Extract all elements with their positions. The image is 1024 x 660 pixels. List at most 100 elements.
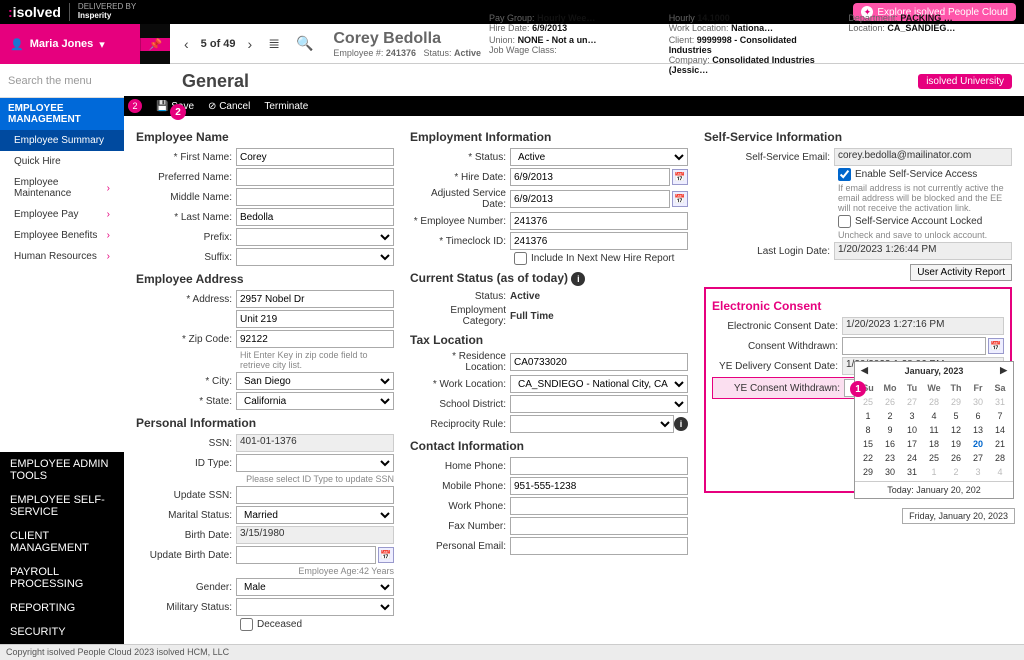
cal-day[interactable]: 4 (923, 409, 945, 423)
cal-day[interactable]: 2 (945, 465, 967, 479)
sidebar-item-employee-benefits[interactable]: Employee Benefits› (0, 225, 124, 246)
calendar-icon[interactable]: 📅 (988, 338, 1004, 354)
address2-input[interactable] (236, 310, 394, 328)
hire-date-input[interactable] (510, 168, 670, 186)
update-ssn-input[interactable] (236, 486, 394, 504)
state-select[interactable]: California (236, 392, 394, 410)
cal-day[interactable]: 24 (901, 451, 923, 465)
last-name-input[interactable] (236, 208, 394, 226)
cal-day[interactable]: 19 (945, 437, 967, 451)
cal-day[interactable]: 31 (989, 395, 1011, 409)
cal-day[interactable]: 6 (967, 409, 989, 423)
sidebar-item-human-resources[interactable]: Human Resources› (0, 246, 124, 267)
mobile-phone-input[interactable] (510, 477, 688, 495)
sidebar-footer-item[interactable]: CLIENT MANAGEMENT (0, 524, 124, 560)
cal-day[interactable]: 31 (901, 465, 923, 479)
include-newhire-checkbox[interactable] (514, 252, 527, 265)
cal-day[interactable]: 5 (945, 409, 967, 423)
cal-day[interactable]: 15 (857, 437, 879, 451)
cal-day[interactable]: 28 (923, 395, 945, 409)
address1-input[interactable] (236, 290, 394, 308)
middle-name-input[interactable] (236, 188, 394, 206)
user-activity-button[interactable]: User Activity Report (910, 264, 1012, 281)
sidebar-section-header[interactable]: EMPLOYEE MANAGEMENT (0, 98, 124, 130)
cal-day[interactable]: 10 (901, 423, 923, 437)
cal-day[interactable]: 29 (945, 395, 967, 409)
info-icon[interactable]: i (571, 272, 585, 286)
cal-day[interactable]: 26 (945, 451, 967, 465)
sidebar-item-employee-pay[interactable]: Employee Pay› (0, 204, 124, 225)
cal-day[interactable]: 26 (879, 395, 901, 409)
info-icon[interactable]: i (674, 417, 688, 431)
cancel-button[interactable]: ⊘ Cancel (208, 101, 250, 112)
pin-button[interactable]: 📌 (140, 38, 170, 51)
cal-day[interactable]: 8 (857, 423, 879, 437)
calendar-icon[interactable]: 📅 (378, 547, 394, 563)
sidebar-footer-item[interactable]: SECURITY (0, 620, 124, 644)
status-select[interactable]: Active (510, 148, 688, 166)
cal-day[interactable]: 11 (923, 423, 945, 437)
sidebar-footer-item[interactable]: EMPLOYEE ADMIN TOOLS (0, 452, 124, 488)
menu-search[interactable]: Search the menu (0, 64, 170, 98)
cal-day[interactable]: 30 (879, 465, 901, 479)
update-birth-input[interactable] (236, 546, 376, 564)
residence-input[interactable] (510, 353, 688, 371)
sidebar-item-quick-hire[interactable]: Quick Hire (0, 151, 124, 172)
city-select[interactable]: San Diego (236, 372, 394, 390)
cal-day[interactable]: 20 (967, 437, 989, 451)
sidebar-item-employee-maintenance[interactable]: Employee Maintenance› (0, 172, 124, 204)
cal-day[interactable]: 3 (901, 409, 923, 423)
cal-day[interactable]: 22 (857, 451, 879, 465)
cal-day[interactable]: 1 (923, 465, 945, 479)
cal-day[interactable]: 1 (857, 409, 879, 423)
employee-number-input[interactable] (510, 212, 688, 230)
cal-day[interactable]: 21 (989, 437, 1011, 451)
cal-prev-button[interactable]: ◀ (861, 365, 868, 376)
id-type-select[interactable] (236, 454, 394, 472)
fax-input[interactable] (510, 517, 688, 535)
sidebar-footer-item[interactable]: REPORTING (0, 596, 124, 620)
cal-day[interactable]: 29 (857, 465, 879, 479)
first-name-input[interactable] (236, 148, 394, 166)
cal-day[interactable]: 17 (901, 437, 923, 451)
prev-record-button[interactable]: ‹ (180, 34, 193, 54)
suffix-select[interactable] (236, 248, 394, 266)
cal-next-button[interactable]: ▶ (1000, 365, 1007, 376)
cal-day[interactable]: 28 (989, 451, 1011, 465)
work-phone-input[interactable] (510, 497, 688, 515)
next-record-button[interactable]: › (244, 34, 257, 54)
enable-ss-checkbox[interactable] (838, 168, 851, 181)
home-phone-input[interactable] (510, 457, 688, 475)
timeclock-id-input[interactable] (510, 232, 688, 250)
cal-day[interactable]: 30 (967, 395, 989, 409)
school-select[interactable] (510, 395, 688, 413)
cal-today-link[interactable]: Today: January 20, 202 (855, 481, 1013, 498)
terminate-button[interactable]: Terminate (264, 101, 308, 112)
sidebar-footer-item[interactable]: PAYROLL PROCESSING (0, 560, 124, 596)
list-button[interactable]: ≣ (264, 33, 284, 54)
cal-day[interactable]: 25 (923, 451, 945, 465)
preferred-name-input[interactable] (236, 168, 394, 186)
cal-day[interactable]: 18 (923, 437, 945, 451)
user-menu[interactable]: 👤 Maria Jones ▾ (0, 24, 140, 64)
sidebar-item-employee-summary[interactable]: Employee Summary (0, 130, 124, 151)
calendar-icon[interactable]: 📅 (672, 191, 688, 207)
cal-day[interactable]: 4 (989, 465, 1011, 479)
ss-locked-checkbox[interactable] (838, 215, 851, 228)
cal-day[interactable]: 3 (967, 465, 989, 479)
prefix-select[interactable] (236, 228, 394, 246)
calendar-icon[interactable]: 📅 (672, 169, 688, 185)
university-button[interactable]: isolved University (918, 74, 1012, 89)
cal-day[interactable]: 9 (879, 423, 901, 437)
cal-day[interactable]: 2 (879, 409, 901, 423)
cal-day[interactable]: 23 (879, 451, 901, 465)
sidebar-footer-item[interactable]: EMPLOYEE SELF-SERVICE (0, 488, 124, 524)
military-select[interactable] (236, 598, 394, 616)
cal-day[interactable]: 25 (857, 395, 879, 409)
cal-day[interactable]: 13 (967, 423, 989, 437)
cal-day[interactable]: 27 (967, 451, 989, 465)
cal-day[interactable]: 14 (989, 423, 1011, 437)
cal-day[interactable]: 27 (901, 395, 923, 409)
zip-input[interactable] (236, 330, 394, 348)
adj-date-input[interactable] (510, 190, 670, 208)
